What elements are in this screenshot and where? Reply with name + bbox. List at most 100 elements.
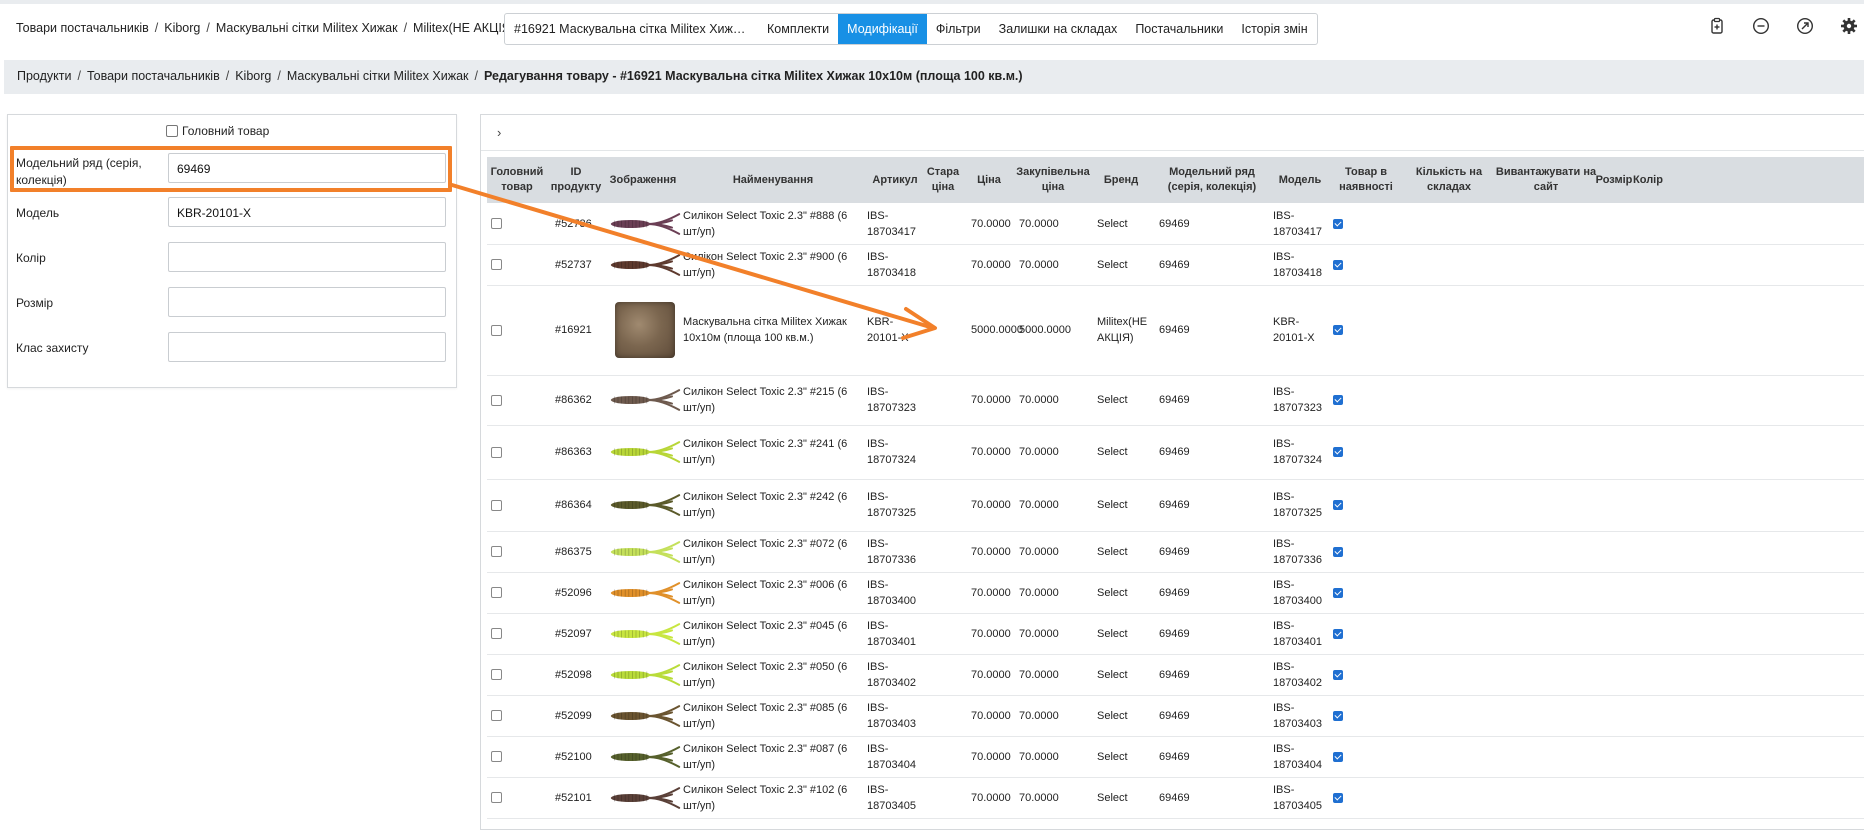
row-checkbox[interactable] [491,394,502,406]
table-row[interactable]: #86363 Силікон Select Toxic 2.3" #241 (6 … [487,425,1864,480]
color-input[interactable] [168,242,446,272]
table-row[interactable]: #52101 Силікон Select Toxic 2.3" #102 (6 … [487,777,1864,819]
row-checkbox[interactable] [491,587,502,598]
main-product-cell[interactable] [491,777,547,818]
table-row[interactable]: #52098 Силікон Select Toxic 2.3" #050 (6 … [487,654,1864,696]
table-row[interactable]: #52736 Силікон Select Toxic 2.3" #888 (6 … [487,203,1864,245]
clipboard-plus-icon[interactable] [1708,17,1726,35]
row-checkbox[interactable] [491,324,502,336]
product-name[interactable]: Силікон Select Toxic 2.3" #006 (6 шт/уп) [683,572,865,613]
column-header[interactable]: ID продукту [547,157,605,203]
chevron-right-icon[interactable]: › [497,125,501,140]
in-stock-cell[interactable] [1333,572,1403,613]
in-stock-checkbox[interactable] [1333,218,1343,229]
product-name[interactable]: Силікон Select Toxic 2.3" #242 (6 шт/уп) [683,479,865,531]
table-row[interactable]: #86362 Силікон Select Toxic 2.3" #215 (6 … [487,375,1864,426]
tab-1[interactable]: Комплекти [758,14,838,44]
main-product-cell[interactable] [491,654,547,695]
column-header[interactable]: Зображення [605,157,681,203]
column-header[interactable]: Ціна [961,157,1017,203]
in-stock-cell[interactable] [1333,479,1403,531]
main-product-cell[interactable] [491,244,547,285]
main-product-cell[interactable] [491,613,547,654]
in-stock-cell[interactable] [1333,736,1403,777]
in-stock-cell[interactable] [1333,654,1403,695]
in-stock-cell[interactable] [1333,425,1403,479]
in-stock-checkbox[interactable] [1333,587,1343,598]
product-name[interactable]: Маскувальна сітка Militex Хижак 10х10м (… [683,285,865,375]
product-name[interactable]: Силікон Select Toxic 2.3" #900 (6 шт/уп) [683,244,865,285]
row-checkbox[interactable] [491,218,502,229]
main-product-cell[interactable] [491,203,547,244]
breadcrumb-link[interactable]: Маскувальні сітки Militex Хижак [287,69,469,83]
breadcrumb-link[interactable]: Kiborg [164,21,200,35]
tab-2[interactable]: Модифікації [838,14,927,44]
row-checkbox[interactable] [491,710,502,721]
tab-6[interactable]: Історія змін [1232,14,1316,44]
column-header[interactable]: Найменування [681,157,865,203]
in-stock-cell[interactable] [1333,375,1403,425]
in-stock-checkbox[interactable] [1333,395,1343,405]
column-header[interactable]: Модельний ряд (серія, колекція) [1153,157,1271,203]
table-row[interactable]: #52096 Силікон Select Toxic 2.3" #006 (6 … [487,572,1864,614]
in-stock-checkbox[interactable] [1333,447,1343,457]
row-checkbox[interactable] [491,792,502,803]
row-checkbox[interactable] [491,669,502,680]
tab-product[interactable]: #16921 Маскувальна сітка Militex Хижак 1… [505,14,758,44]
in-stock-cell[interactable] [1333,531,1403,572]
main-product-cell[interactable] [491,285,547,375]
column-header[interactable]: Артикул [865,157,925,203]
product-name[interactable]: Силікон Select Toxic 2.3" #102 (6 шт/уп) [683,777,865,818]
in-stock-cell[interactable] [1333,613,1403,654]
row-checkbox[interactable] [491,751,502,762]
breadcrumb-link[interactable]: Militex(НЕ АКЦІЯ) [413,21,515,35]
main-product-cell[interactable] [491,479,547,531]
row-checkbox[interactable] [491,259,502,270]
product-name[interactable]: Силікон Select Toxic 2.3" #045 (6 шт/уп) [683,613,865,654]
model-input[interactable]: KBR-20101-X [168,197,446,227]
in-stock-checkbox[interactable] [1333,669,1343,680]
column-header[interactable]: Закупівельна ціна [1016,157,1090,203]
column-header[interactable]: Бренд [1089,157,1153,203]
table-row[interactable]: #16921 Маскувальна сітка Militex Хижак 10… [487,285,1864,376]
in-stock-checkbox[interactable] [1333,500,1343,510]
in-stock-checkbox[interactable] [1333,628,1343,639]
breadcrumb-link[interactable]: Kiborg [235,69,271,83]
in-stock-cell[interactable] [1333,285,1403,375]
in-stock-checkbox[interactable] [1333,546,1343,557]
breadcrumb-link[interactable]: Продукти [17,69,71,83]
tab-5[interactable]: Постачальники [1126,14,1232,44]
column-header[interactable]: Колір [1631,157,1665,203]
column-header[interactable]: Розмір [1596,157,1633,203]
row-checkbox[interactable] [491,628,502,639]
in-stock-checkbox[interactable] [1333,325,1343,335]
breadcrumb-link[interactable]: Товари постачальників [87,69,220,83]
row-checkbox[interactable] [491,446,502,458]
product-name[interactable]: Силікон Select Toxic 2.3" #085 (6 шт/уп) [683,695,865,736]
table-row[interactable]: #52737 Силікон Select Toxic 2.3" #900 (6 … [487,244,1864,286]
tab-3[interactable]: Фільтри [927,14,990,44]
breadcrumb-link[interactable]: Товари постачальників [16,21,149,35]
main-product-cell[interactable] [491,531,547,572]
tab-4[interactable]: Залишки на складах [990,14,1127,44]
size-input[interactable] [168,287,446,317]
column-header[interactable]: Модель [1271,157,1329,203]
column-header[interactable]: Головний товар [487,157,547,203]
column-header[interactable]: Вивантажувати на сайт [1495,157,1597,203]
in-stock-cell[interactable] [1333,777,1403,818]
in-stock-checkbox[interactable] [1333,751,1343,762]
in-stock-checkbox[interactable] [1333,259,1343,270]
table-row[interactable]: #52097 Силікон Select Toxic 2.3" #045 (6 … [487,613,1864,655]
main-product-cell[interactable] [491,375,547,425]
main-product-checkbox[interactable]: Головний товар [166,124,269,138]
main-product-cell[interactable] [491,736,547,777]
table-row[interactable]: #52099 Силікон Select Toxic 2.3" #085 (6 … [487,695,1864,737]
breadcrumb-link[interactable]: Маскувальні сітки Militex Хижак [216,21,398,35]
main-product-cell[interactable] [491,425,547,479]
table-row[interactable]: #52100 Силікон Select Toxic 2.3" #087 (6 … [487,736,1864,778]
product-name[interactable]: Силікон Select Toxic 2.3" #072 (6 шт/уп) [683,531,865,572]
main-product-cell[interactable] [491,695,547,736]
table-row[interactable]: #86375 Силікон Select Toxic 2.3" #072 (6 … [487,531,1864,573]
in-stock-cell[interactable] [1333,695,1403,736]
product-name[interactable]: Силікон Select Toxic 2.3" #888 (6 шт/уп) [683,203,865,244]
